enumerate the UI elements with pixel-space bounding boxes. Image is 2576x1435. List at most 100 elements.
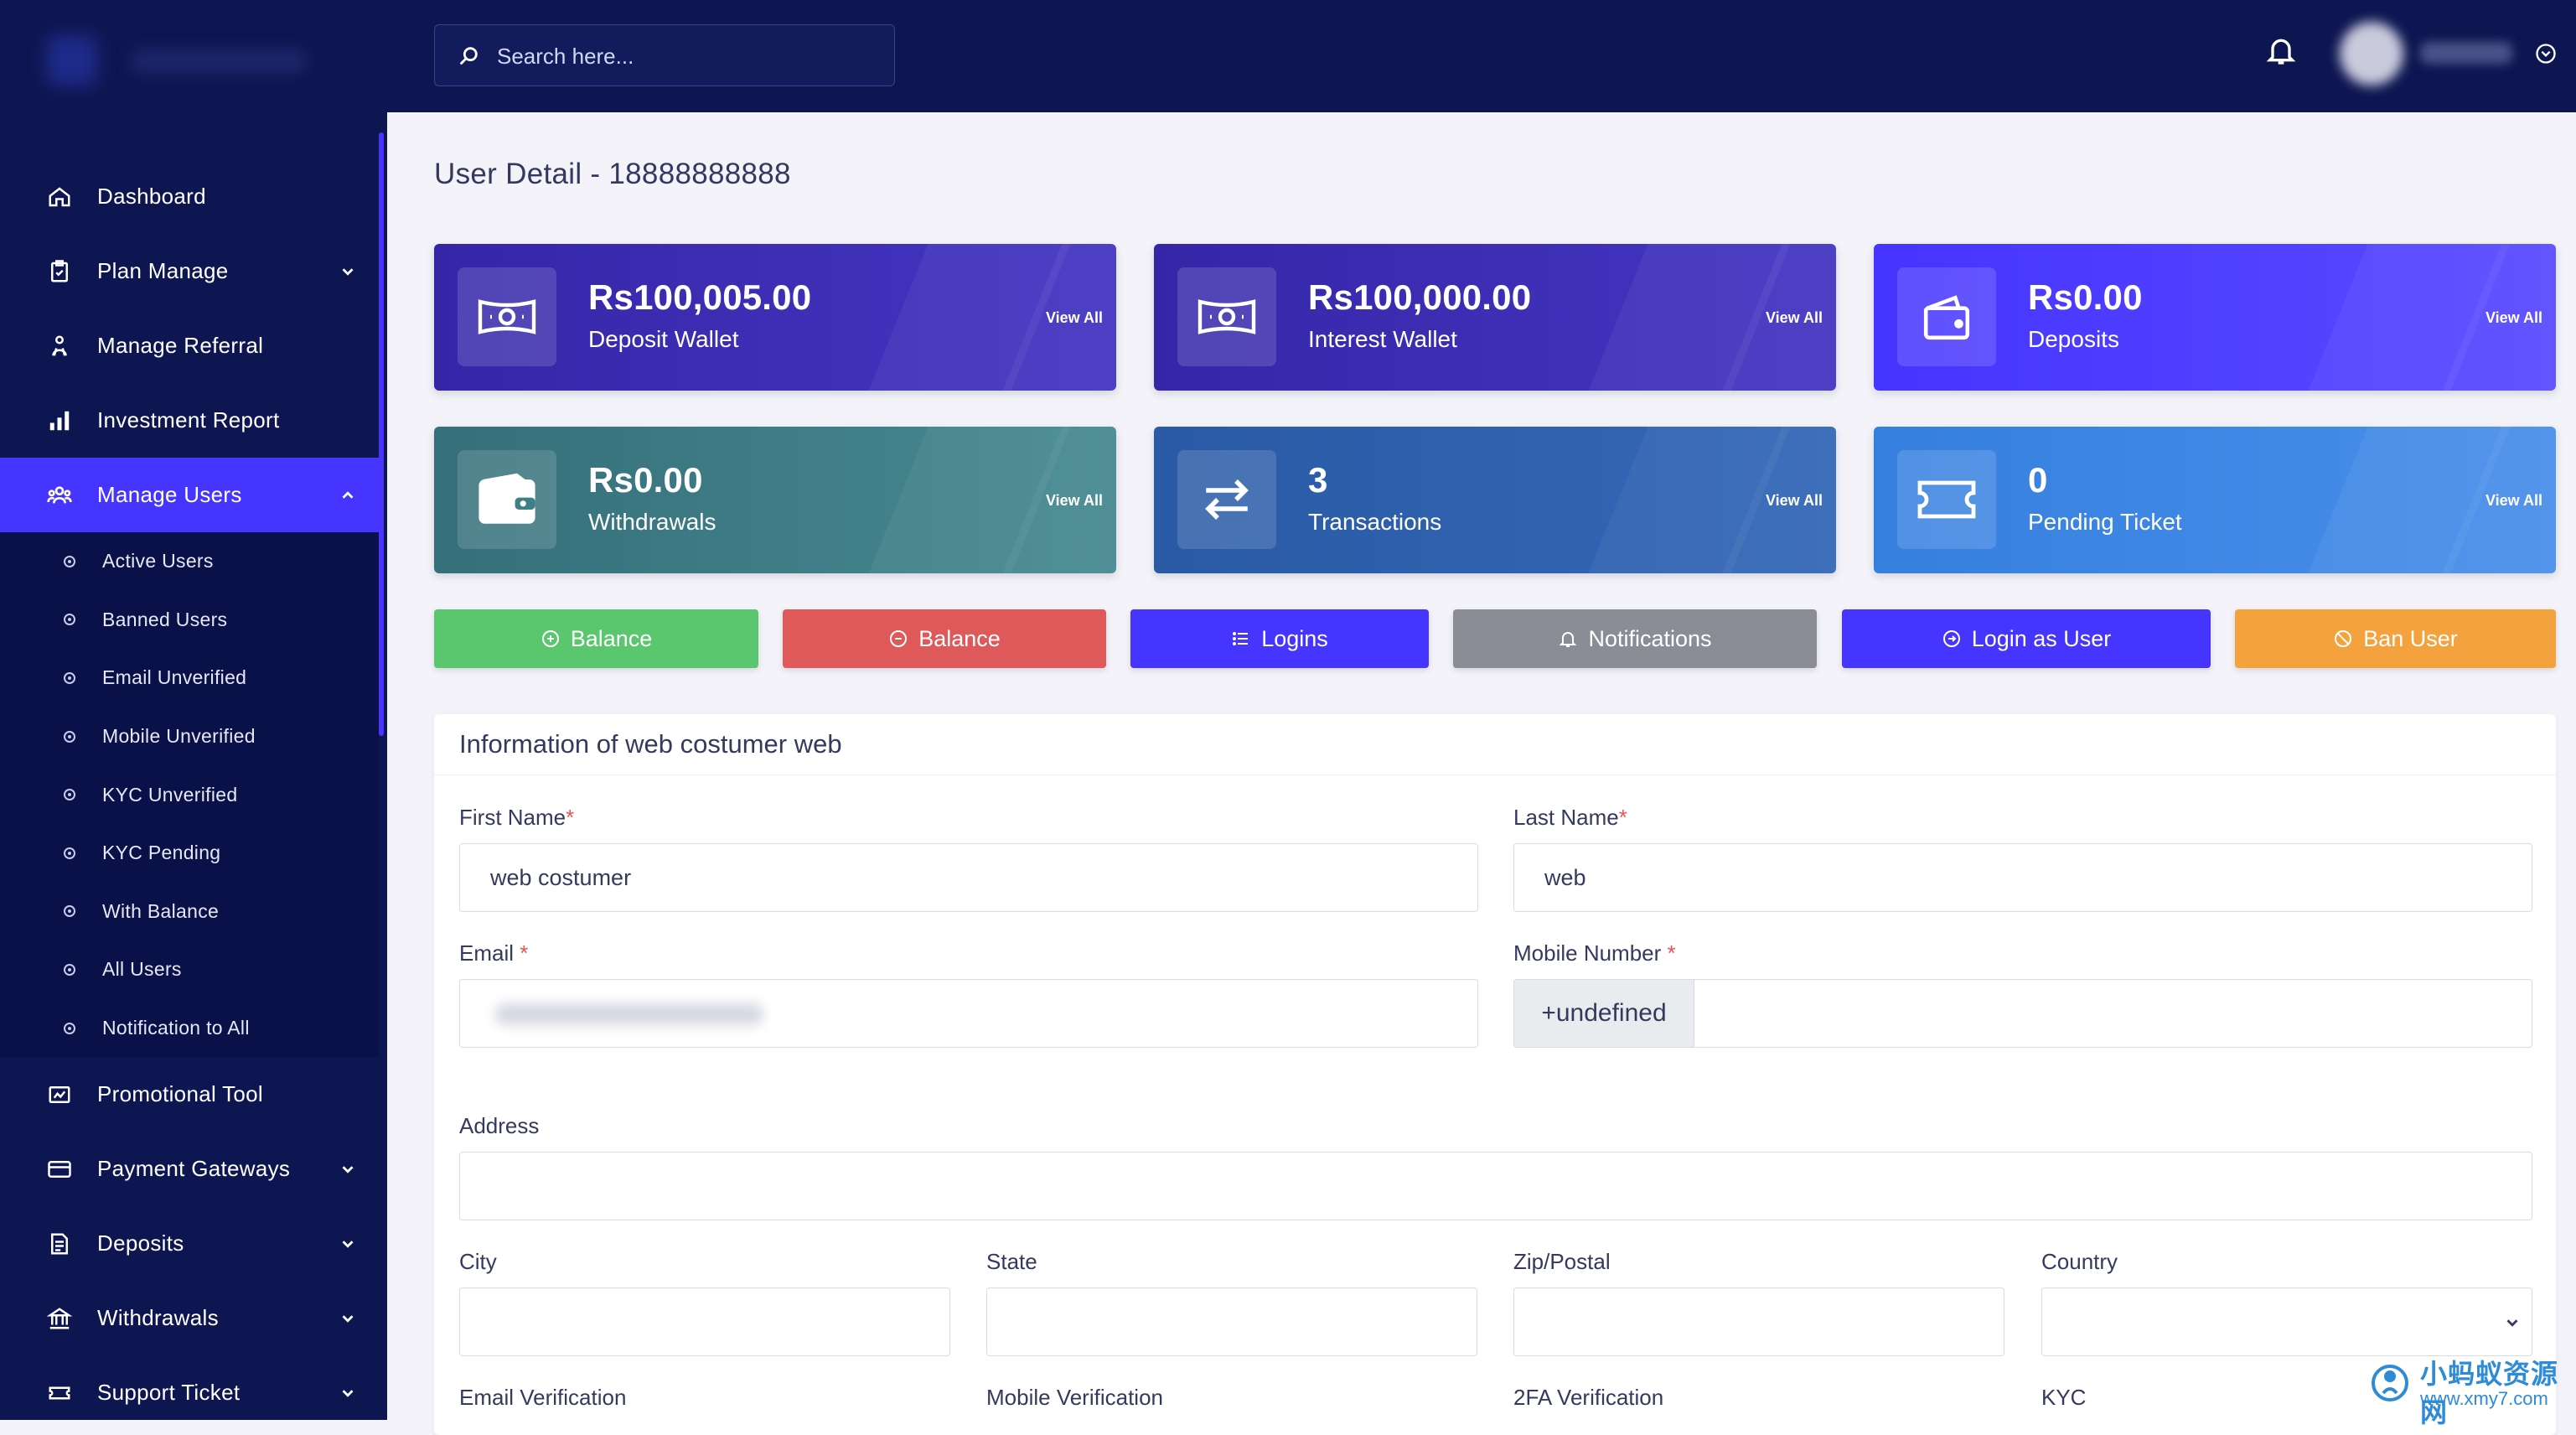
stat-label: Deposits [2028,326,2119,352]
stat-card-pending-ticket[interactable]: 0 Pending Ticket View All [1874,427,2556,573]
stat-value: 0 [2028,460,2048,500]
button-label: Login as User [1971,625,2112,651]
view-all-link[interactable]: View All [1766,492,1823,510]
search-box [434,24,895,87]
sidebar-subitem-active-users[interactable]: Active Users [0,532,379,591]
circle-dot-icon [64,963,75,976]
money-bill-icon [1177,267,1276,366]
user-profile-dropdown[interactable] [2340,20,2574,87]
last-name-input[interactable] [1513,843,2532,912]
state-label: State [986,1249,1037,1274]
sidebar-item-support-ticket[interactable]: Support Ticket [0,1355,379,1420]
label-text: First Name [459,805,566,830]
notifications-button[interactable]: Notifications [1453,609,1817,668]
stat-card-transactions[interactable]: 3 Transactions View All [1154,427,1836,573]
ticket-icon [1897,450,1996,549]
circle-dot-icon [64,614,75,626]
stat-value: 3 [1308,460,1328,500]
button-label: Balance [918,625,1001,651]
view-all-link[interactable]: View All [2485,492,2542,510]
page-title: User Detail - 18888888888 [434,158,791,190]
zip-input[interactable] [1513,1287,2004,1356]
chevron-down-icon [342,1390,354,1397]
sidebar-subitem-kyc-unverified[interactable]: KYC Unverified [0,765,379,824]
sidebar-item-investment-report[interactable]: Investment Report [0,383,379,458]
search-input[interactable] [495,25,884,87]
minus-circle-icon [890,630,908,647]
address-input[interactable] [459,1152,2532,1220]
sidebar-subitem-with-balance[interactable]: With Balance [0,883,379,941]
wallet-icon [1897,267,1996,366]
last-name-label: Last Name* [1513,805,1627,831]
sidebar-item-payment-gateways[interactable]: Payment Gateways [0,1132,379,1206]
bar-chart-icon [45,407,74,435]
stat-label: Withdrawals [588,509,716,535]
sidebar-item-promotional-tool[interactable]: Promotional Tool [0,1057,379,1132]
sidebar-item-withdrawals[interactable]: Withdrawals [0,1281,379,1355]
chevron-down-icon [342,267,354,276]
sidebar-item-dashboard[interactable]: Dashboard [0,159,379,234]
logo[interactable] [47,35,312,85]
state-input[interactable] [986,1287,1477,1356]
sidebar-subitem-banned-users[interactable]: Banned Users [0,591,379,650]
stat-value: Rs100,005.00 [588,277,812,317]
stat-card-interest-wallet[interactable]: Rs100,000.00 Interest Wallet View All [1154,244,1836,391]
sidebar-subitem-email-unverified[interactable]: Email Unverified [0,649,379,707]
stat-label: Deposit Wallet [588,326,739,352]
search-icon [459,47,478,65]
stat-value: Rs100,000.00 [1308,277,1532,317]
stat-label: Transactions [1308,509,1442,535]
sidebar-item-deposits[interactable]: Deposits [0,1206,379,1281]
login-as-user-button[interactable]: Login as User [1842,609,2211,668]
view-all-link[interactable]: View All [1046,492,1103,510]
sidebar-subitem-label: Mobile Unverified [102,725,256,748]
ban-user-button[interactable]: Ban User [2235,609,2556,668]
sidebar-item-manage-users[interactable]: Manage Users [0,458,379,532]
credit-card-icon [45,1155,74,1184]
logins-button[interactable]: Logins [1130,609,1429,668]
plus-circle-icon [541,630,559,647]
add-balance-button[interactable]: Balance [434,609,758,668]
chevron-down-icon [2506,1319,2518,1327]
notification-bell-icon[interactable] [2264,32,2298,69]
city-input[interactable] [459,1287,950,1356]
subtract-balance-button[interactable]: Balance [783,609,1106,668]
view-all-link[interactable]: View All [1766,309,1823,327]
circle-dot-icon [64,671,75,684]
required-marker: * [520,940,529,966]
sidebar-subitem-notification-to-all[interactable]: Notification to All [0,999,379,1058]
sidebar-item-label: Manage Users [97,482,242,507]
required-marker: * [1667,940,1676,966]
sidebar-item-manage-referral[interactable]: Manage Referral [0,308,379,383]
stat-card-withdrawals[interactable]: Rs0.00 Withdrawals View All [434,427,1116,573]
clipboard-icon [45,257,74,286]
sidebar-subitem-kyc-pending[interactable]: KYC Pending [0,824,379,883]
logo-wordmark [131,49,307,74]
label-text: Last Name [1513,805,1619,830]
top-navbar [387,0,2576,112]
button-label: Logins [1261,625,1328,651]
2fa-verification-label: 2FA Verification [1513,1385,1664,1410]
stat-card-deposit-wallet[interactable]: Rs100,005.00 Deposit Wallet View All [434,244,1116,391]
login-icon [1942,630,1960,647]
users-icon [45,481,74,510]
button-label: Balance [570,625,653,651]
sidebar-subitem-all-users[interactable]: All Users [0,940,379,999]
chevron-down-icon [342,1166,354,1173]
button-label: Notifications [1588,625,1712,651]
sidebar: Dashboard Plan Manage Manage Referral In… [0,0,387,1420]
sidebar-scrollbar[interactable] [379,132,384,736]
view-all-link[interactable]: View All [2485,309,2542,327]
email-input[interactable] [459,979,1478,1048]
sidebar-subitem-mobile-unverified[interactable]: Mobile Unverified [0,707,379,766]
view-all-link[interactable]: View All [1046,309,1103,327]
first-name-input[interactable] [459,843,1478,912]
mobile-number-input[interactable] [1694,979,2532,1048]
sidebar-item-plan-manage[interactable]: Plan Manage [0,234,379,308]
card-header: Information of web costumer web [434,714,2556,775]
email-label: Email * [459,940,528,966]
mobile-number-label: Mobile Number * [1513,940,1676,966]
email-verification-label: Email Verification [459,1385,627,1410]
stat-card-deposits[interactable]: Rs0.00 Deposits View All [1874,244,2556,391]
bell-icon [1560,632,1577,647]
